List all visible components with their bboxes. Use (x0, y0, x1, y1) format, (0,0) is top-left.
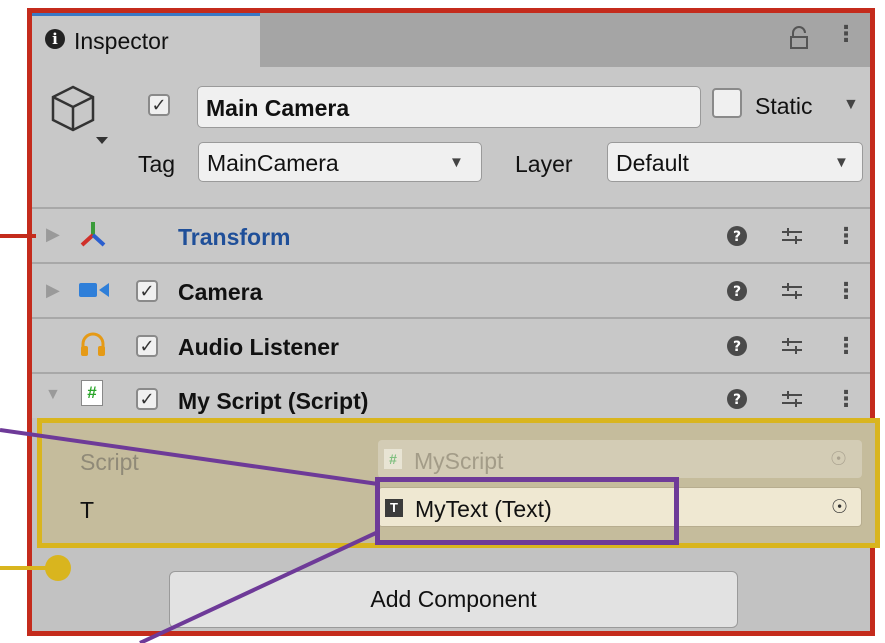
presets-sliders-icon[interactable] (780, 225, 804, 247)
layer-label: Layer (515, 151, 573, 177)
component-enable-checkbox[interactable]: ✓ (136, 335, 158, 357)
tag-label: Tag (138, 151, 176, 177)
component-title-audio-listener: Audio Listener (178, 334, 340, 360)
component-menu-icon[interactable]: ⋮ (835, 386, 857, 412)
script-reference-field: # MyScript ☉ (378, 440, 862, 478)
object-picker-icon[interactable]: ☉ (831, 496, 848, 519)
presets-sliders-icon[interactable] (780, 388, 804, 410)
gameobject-cube-icon[interactable] (48, 82, 118, 152)
expand-arrow-icon[interactable]: ▶ (46, 224, 60, 245)
help-icon[interactable]: ? (726, 335, 748, 357)
camera-icon (79, 283, 109, 297)
add-component-label: Add Component (370, 586, 537, 612)
csharp-script-icon: # (384, 449, 402, 469)
svg-text:?: ? (733, 284, 741, 300)
collapse-arrow-icon[interactable]: ▼ (45, 386, 61, 404)
svg-text:?: ? (733, 339, 741, 355)
script-reference-value: MyScript (414, 448, 504, 474)
active-checkbox[interactable]: ✓ (148, 94, 170, 116)
help-icon[interactable]: ? (726, 225, 748, 247)
transform-axes-icon (80, 222, 106, 247)
svg-text:?: ? (733, 229, 741, 245)
presets-sliders-icon[interactable] (780, 280, 804, 302)
presets-sliders-icon[interactable] (780, 335, 804, 357)
expand-arrow-icon[interactable]: ▶ (46, 280, 60, 301)
component-enable-checkbox[interactable]: ✓ (136, 388, 158, 410)
add-component-button[interactable]: Add Component (169, 571, 738, 628)
layer-dropdown[interactable]: Default ▼ (607, 142, 863, 182)
chevron-down-icon: ▼ (449, 154, 464, 171)
component-title-camera: Camera (178, 279, 263, 305)
component-menu-icon[interactable]: ⋮ (835, 333, 857, 359)
component-title-transform: Transform (178, 224, 291, 250)
kebab-menu-icon[interactable]: ⋮ (835, 21, 857, 47)
tag-dropdown[interactable]: MainCamera ▼ (198, 142, 482, 182)
static-checkbox[interactable] (712, 88, 742, 118)
help-icon[interactable]: ? (726, 388, 748, 410)
selection-highlight (375, 477, 679, 545)
headphones-icon (81, 332, 105, 356)
component-enable-checkbox[interactable]: ✓ (136, 280, 158, 302)
tab-title: Inspector (74, 28, 169, 54)
static-label[interactable]: Static (755, 93, 813, 120)
object-name: Main Camera (206, 95, 350, 121)
object-picker-icon: ☉ (830, 449, 848, 470)
object-name-field[interactable]: Main Camera (197, 86, 701, 128)
svg-text:?: ? (733, 392, 741, 408)
component-menu-icon[interactable]: ⋮ (835, 223, 857, 249)
t-field-label: T (80, 497, 95, 523)
chevron-down-icon: ▼ (834, 154, 849, 171)
script-field-label: Script (80, 449, 139, 475)
static-dropdown-icon[interactable]: ▼ (843, 96, 859, 114)
tag-value: MainCamera (207, 150, 339, 176)
layer-value: Default (616, 150, 689, 176)
tab-inspector[interactable]: i Inspector (32, 13, 260, 67)
lock-icon[interactable] (788, 26, 810, 50)
help-icon[interactable]: ? (726, 280, 748, 302)
component-title-my-script: My Script (Script) (178, 388, 369, 414)
component-menu-icon[interactable]: ⋮ (835, 278, 857, 304)
info-icon: i (45, 29, 65, 49)
csharp-script-icon: # (81, 380, 103, 406)
